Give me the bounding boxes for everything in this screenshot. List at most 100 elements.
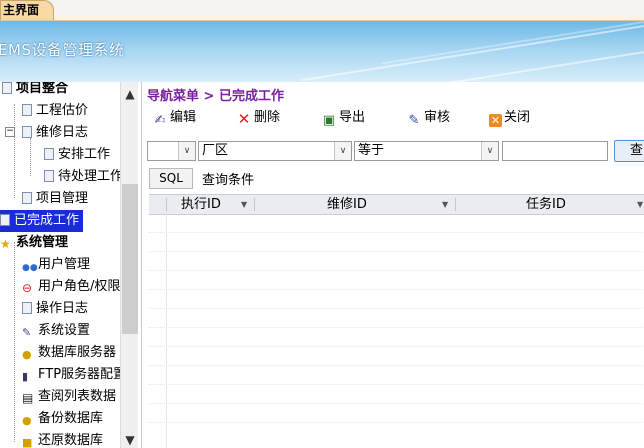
- restore-icon: ■: [22, 436, 33, 448]
- tree-item-label: 用户管理: [38, 257, 91, 272]
- document-icon: [22, 302, 32, 314]
- export-icon: ▣: [322, 113, 336, 128]
- tree-item-maintenance-log[interactable]: 维修日志: [22, 122, 88, 144]
- document-icon: [44, 170, 54, 182]
- tree-item-label: 已完成工作: [14, 213, 80, 228]
- tree-item-completed-work[interactable]: 已完成工作: [0, 210, 84, 232]
- tree-line: [14, 242, 15, 442]
- tree-item-project-management[interactable]: 项目管理: [22, 188, 88, 210]
- query-condition-label: 查询条件: [202, 173, 255, 188]
- tree-item-lookup-list-data[interactable]: ▤ 查阅列表数据: [22, 386, 116, 408]
- document-icon: [22, 126, 32, 138]
- backup-icon: ●: [22, 414, 32, 427]
- content-panel: 导航菜单 > 已完成工作 ✍ 编辑 ✕ 删除 ▣ 导出 ✎ 审核 ✕ 关闭 ∨ 厂区 ∨ …: [141, 82, 644, 448]
- grid-row-line: [149, 270, 644, 271]
- grid-row-line: [149, 384, 644, 385]
- tree-item-system-settings[interactable]: ✎ 系统设置: [22, 320, 90, 342]
- tree-item-label: 维修日志: [36, 125, 89, 140]
- column-separator: [254, 198, 255, 211]
- star-icon: ★: [0, 237, 11, 251]
- grid-row-line: [149, 346, 644, 347]
- grid-row-line: [149, 232, 644, 233]
- tree-item-label: 数据库服务器: [38, 345, 117, 360]
- column-header-repair-id[interactable]: 维修ID: [327, 195, 367, 214]
- tree-item-database-server[interactable]: ● 数据库服务器: [22, 342, 116, 364]
- sql-button[interactable]: SQL: [149, 168, 193, 189]
- tree-item-backup-database[interactable]: ● 备份数据库: [22, 408, 103, 430]
- tree-item-label: 工程估价: [36, 103, 89, 118]
- tree-item-ftp-server-config[interactable]: ▮ FTP服务器配置: [22, 364, 126, 386]
- grid-row-indicator-column: [149, 213, 167, 448]
- grid-row-line: [149, 422, 644, 423]
- operator-select[interactable]: 等于 ∨: [354, 141, 499, 161]
- document-icon: [44, 148, 54, 160]
- operator-select-value: 等于: [358, 143, 385, 158]
- field-select[interactable]: 厂区 ∨: [198, 141, 352, 161]
- scrollbar-thumb[interactable]: [122, 184, 138, 334]
- collapse-toggle[interactable]: −: [5, 127, 15, 137]
- audit-button[interactable]: ✎ 审核: [406, 108, 450, 128]
- tree-item-schedule-work[interactable]: 安排工作: [44, 144, 110, 166]
- sort-arrow-icon[interactable]: ▼: [637, 195, 643, 214]
- close-button[interactable]: ✕ 关闭: [489, 108, 530, 128]
- tree-item-project-integration[interactable]: 项目整合: [2, 82, 68, 100]
- filter-bar: ∨ 厂区 ∨ 等于 ∨ 查: [142, 139, 644, 165]
- tree-item-label: 项目管理: [36, 191, 89, 206]
- grid-row-line: [149, 289, 644, 290]
- edit-label: 编辑: [170, 110, 197, 125]
- app-banner: EMS设备管理系统: [0, 21, 644, 82]
- grid-row-line: [149, 365, 644, 366]
- ftp-icon: ▮: [22, 370, 29, 383]
- query-button[interactable]: 查: [614, 140, 644, 162]
- scroll-up-arrow-icon[interactable]: ▲: [121, 86, 138, 102]
- sort-arrow-icon[interactable]: ▼: [241, 195, 247, 214]
- tree-item-pending-work[interactable]: 待处理工作: [44, 166, 123, 188]
- export-button[interactable]: ▣ 导出: [321, 108, 365, 128]
- chevron-down-icon[interactable]: ∨: [481, 142, 498, 160]
- audit-icon: ✎: [408, 113, 420, 128]
- tree-item-user-management[interactable]: ●●用户管理: [22, 254, 90, 276]
- grid-row-line: [149, 308, 644, 309]
- list-icon: ▤: [22, 391, 34, 405]
- tree-item-label: 安排工作: [58, 147, 111, 162]
- grid-row-line: [149, 251, 644, 252]
- chevron-down-icon[interactable]: ∨: [178, 142, 195, 160]
- tree-item-label: 系统设置: [38, 323, 91, 338]
- connector-select[interactable]: ∨: [147, 141, 196, 161]
- delete-button[interactable]: ✕ 删除: [236, 108, 280, 128]
- edit-button[interactable]: ✍ 编辑: [152, 108, 196, 128]
- scroll-down-arrow-icon[interactable]: ▼: [121, 432, 138, 448]
- tree-item-restore-database[interactable]: ■ 还原数据库: [22, 430, 103, 448]
- value-input[interactable]: [502, 141, 608, 161]
- tree-item-label: 待处理工作: [58, 169, 124, 184]
- database-icon: ●: [22, 348, 32, 361]
- tree-item-user-roles[interactable]: ⊖ 用户角色/权限: [22, 276, 120, 298]
- chevron-down-icon[interactable]: ∨: [334, 142, 351, 160]
- audit-label: 审核: [424, 110, 451, 125]
- tree-item-operation-log[interactable]: 操作日志: [22, 298, 88, 320]
- tree-item-system-management[interactable]: ★ 系统管理: [0, 232, 68, 254]
- tree-item-label: 项目整合: [16, 82, 69, 96]
- column-separator: [455, 198, 456, 211]
- column-separator: [166, 198, 167, 211]
- nav-tree: − 项目整合 工程估价 维修日志 安排工作 待处理工作 项目管理 已完成工作 ★…: [0, 82, 138, 448]
- column-header-task-id[interactable]: 任务ID: [526, 195, 566, 214]
- tab-main[interactable]: 主界面: [0, 0, 55, 20]
- sort-arrow-icon[interactable]: ▼: [442, 195, 448, 214]
- tree-item-label: 查阅列表数据: [38, 389, 117, 404]
- tree-item-cost-estimate[interactable]: 工程估价: [22, 100, 88, 122]
- no-entry-icon: ⊖: [22, 281, 33, 295]
- document-icon: [22, 104, 32, 116]
- breadcrumb: 导航菜单 > 已完成工作: [147, 89, 284, 104]
- tree-item-label: FTP服务器配置: [38, 367, 127, 382]
- tab-strip: 主界面: [0, 0, 644, 21]
- delete-x-icon: ✕: [237, 110, 251, 128]
- grid-row-line: [149, 403, 644, 404]
- toolbar: ✍ 编辑 ✕ 删除 ▣ 导出 ✎ 审核 ✕ 关闭: [142, 106, 644, 130]
- document-icon: [2, 82, 12, 94]
- grid-row-line: [149, 327, 644, 328]
- tree-item-label: 还原数据库: [38, 433, 104, 448]
- column-header-exec-id[interactable]: 执行ID: [181, 195, 221, 214]
- users-icon: ●●: [22, 263, 38, 273]
- tree-scrollbar[interactable]: ▲ ▼: [120, 82, 138, 448]
